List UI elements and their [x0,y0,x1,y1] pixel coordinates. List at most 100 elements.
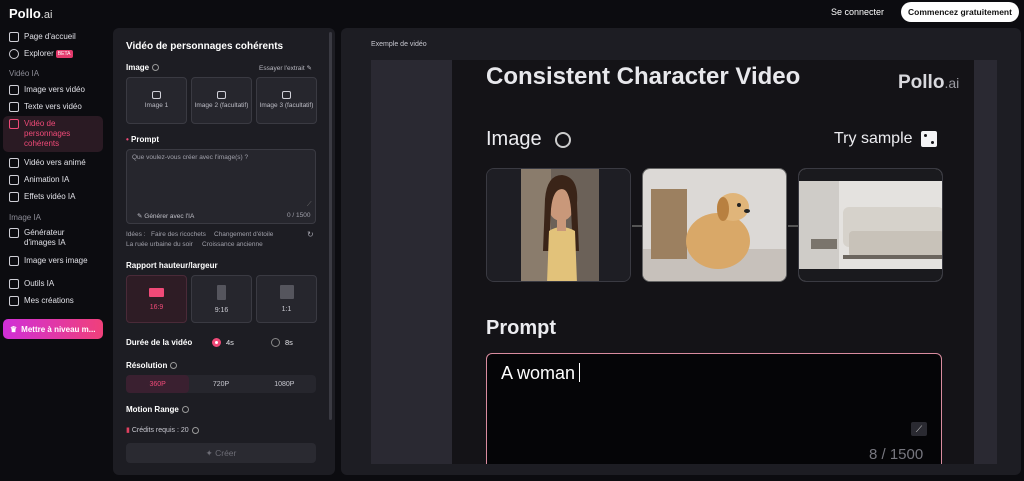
prompt-label: • Prompt [126,135,160,144]
sidebar-item-home[interactable]: Page d'accueil [3,29,103,45]
upload-image-icon [217,91,226,99]
radio-icon [271,338,280,347]
resize-handle-icon[interactable]: ⟋ [307,201,312,209]
create-button[interactable]: ✦ Créer [126,443,316,463]
idea-chip[interactable]: Faire des ricochets [151,231,206,238]
preview-label: Exemple de vidéo [371,41,427,48]
image-slot-3[interactable]: Image 3 (facultatif) [256,77,317,124]
sidebar-item-text-to-video[interactable]: Texte vers vidéo [3,99,103,115]
wand-icon: ✎ [306,65,312,72]
image-to-image-icon [9,256,19,266]
creations-icon [9,296,19,306]
sofa-photo [799,169,942,281]
sidebar-item-animation-ai[interactable]: Animation IA [3,172,103,188]
panel-title: Vidéo de personnages cohérents [126,41,284,52]
crown-icon: ♛ [10,324,18,334]
idea-chip[interactable]: La ruée urbaine du soir [126,241,193,248]
info-icon[interactable] [181,406,189,414]
image-slot-2[interactable]: Image 2 (facultatif) [191,77,252,124]
panel-scrollbar[interactable] [329,32,332,420]
sparkle-icon: ✦ [205,447,213,458]
section-image-ai: Image IA [9,213,42,222]
thumbnail-woman [486,168,631,282]
upload-image-icon [282,91,291,99]
radio-selected-icon [212,338,221,347]
video-try-sample: Try sample [834,130,937,148]
coin-icon: ▮ [126,427,130,434]
sidebar-item-consistent-character[interactable]: Vidéo de personnages cohérents [3,116,103,152]
ratio-1-1[interactable]: 1:1 [256,275,317,323]
character-video-icon [9,119,19,129]
idea-chip[interactable]: Changement d'étoile [214,231,273,238]
ratio-9-16[interactable]: 9:16 [191,275,252,323]
video-title: Consistent Character Video [486,63,801,90]
beta-badge: BETA [55,50,73,58]
sidebar: Page d'accueil Explorer BETA Vidéo IA Ima… [0,26,108,481]
preview-panel: Exemple de vidéo Consistent Character Vi… [341,28,1021,475]
resolution-360p[interactable]: 360P [126,375,190,393]
woman-photo [487,169,630,281]
resolution-label: Résolution [126,361,178,370]
resize-icon: ⟋ [911,422,927,436]
image-slot-1[interactable]: Image 1 [126,77,187,124]
image-video-icon [9,85,19,95]
sidebar-item-video-to-anime[interactable]: Vidéo vers animé [3,155,103,171]
resolution-selector: 360P 720P 1080P [126,375,316,393]
duration-label: Durée de la vidéo [126,338,193,347]
sidebar-item-image-to-video[interactable]: Image vers vidéo [3,82,103,98]
ideas-label: Idées : [126,231,146,238]
start-free-button[interactable]: Commencez gratuitement [901,2,1019,22]
resolution-1080p[interactable]: 1080P [253,375,316,393]
sidebar-item-image-generator[interactable]: Générateur d'images IA [3,225,103,251]
ratio-16-9[interactable]: 16:9 [126,275,187,323]
try-sample-link[interactable]: Essayer l'extrait ✎ [259,64,312,72]
upgrade-button[interactable]: ♛ Mettre à niveau m... [3,319,103,339]
char-counter: 0 / 1500 [287,212,311,219]
section-video-ai: Vidéo IA [9,69,40,78]
refresh-icon[interactable]: ↻ [307,230,314,239]
dice-icon [920,131,937,147]
settings-panel: Vidéo de personnages cohérents Image Ess… [113,28,335,475]
tools-icon [9,279,19,289]
sidebar-item-explore[interactable]: Explorer BETA [3,46,103,62]
video-image-label: Image [486,128,572,151]
thumbnail-dog [642,168,787,282]
idea-chip[interactable]: Croissance ancienne [202,241,263,248]
video-prompt-box: A woman ⟋ 8 / 1500 [486,353,942,464]
sidebar-item-my-creations[interactable]: Mes créations [3,293,103,309]
video-stage[interactable]: Consistent Character Video Pollo.ai Imag… [371,60,997,464]
info-icon[interactable] [152,64,160,72]
example-video[interactable]: Consistent Character Video Pollo.ai Imag… [452,60,974,464]
sidebar-item-image-to-image[interactable]: Image vers image [3,253,103,269]
text-caret [579,363,581,382]
duration-4s[interactable]: 4s [212,338,234,347]
image-label: Image [126,63,160,72]
image-generator-icon [9,228,19,238]
info-icon[interactable] [191,426,199,434]
info-icon [555,131,572,148]
sidebar-item-video-effects[interactable]: Effets vidéo IA [3,189,103,205]
sidebar-item-ai-tools[interactable]: Outils IA [3,276,103,292]
text-video-icon [9,102,19,112]
generate-ai-button[interactable]: ✎ Générer avec l'IA [137,212,194,220]
video-prompt-label: Prompt [486,317,556,339]
resolution-720p[interactable]: 720P [189,375,252,393]
video-logo: Pollo.ai [898,72,960,93]
home-icon [9,32,19,42]
ratio-square-icon [279,285,294,299]
info-icon[interactable] [170,362,178,370]
thumbnail-sofa [798,168,943,282]
top-bar: Pollo.ai Se connecter Commencez gratuite… [0,0,1024,26]
ratio-label: Rapport hauteur/largeur [126,261,218,270]
logo[interactable]: Pollo.ai [9,6,52,21]
ratio-portrait-icon [217,284,226,300]
effects-icon [9,192,19,202]
dog-photo [643,169,786,281]
animation-icon [9,175,19,185]
upload-image-icon [152,91,161,99]
duration-8s[interactable]: 8s [271,338,293,347]
prompt-input[interactable]: Que voulez-vous créer avec l'image(s) ? … [126,149,316,224]
video-char-count: 8 / 1500 [869,446,924,463]
signin-link[interactable]: Se connecter [831,7,884,17]
motion-range-label: Motion Range [126,405,189,414]
